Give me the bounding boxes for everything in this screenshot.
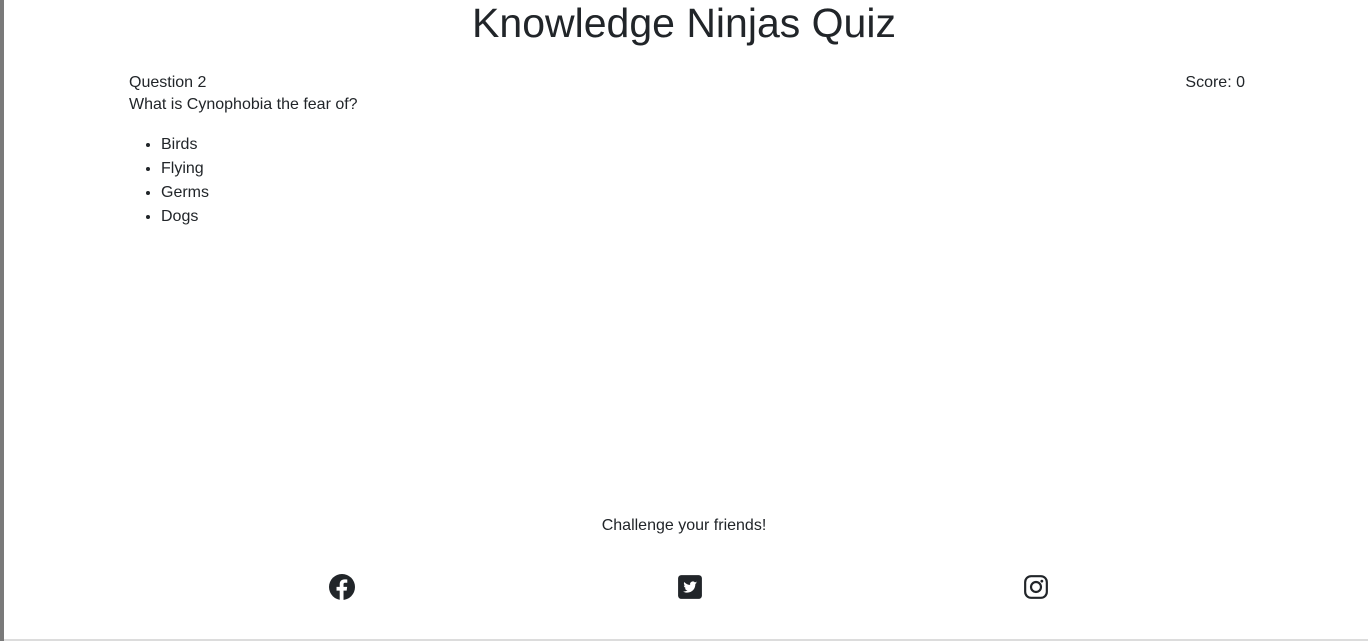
twitter-link[interactable] [677, 574, 703, 600]
answer-option[interactable]: Birds [161, 133, 1245, 157]
answer-option[interactable]: Flying [161, 157, 1245, 181]
quiz-header: Question 2 Score: 0 [129, 72, 1245, 93]
question-number: Question 2 [129, 74, 207, 91]
question-text: What is Cynophobia the fear of? [129, 96, 358, 113]
page-title: Knowledge Ninjas Quiz [472, 0, 896, 46]
facebook-link[interactable] [329, 574, 355, 600]
answer-option[interactable]: Dogs [161, 205, 1245, 229]
answer-option[interactable]: Germs [161, 181, 1245, 205]
facebook-icon [329, 574, 355, 600]
instagram-icon [1023, 574, 1049, 600]
quiz-panel: Question 2 Score: 0 What is Cynophobia t… [129, 72, 1245, 229]
twitter-icon [677, 574, 703, 600]
window-left-border [0, 0, 4, 641]
answer-list: Birds Flying Germs Dogs [129, 133, 1245, 229]
score-display: Score: 0 [1185, 74, 1245, 91]
challenge-text: Challenge your friends! [601, 517, 767, 534]
instagram-link[interactable] [1023, 574, 1049, 600]
